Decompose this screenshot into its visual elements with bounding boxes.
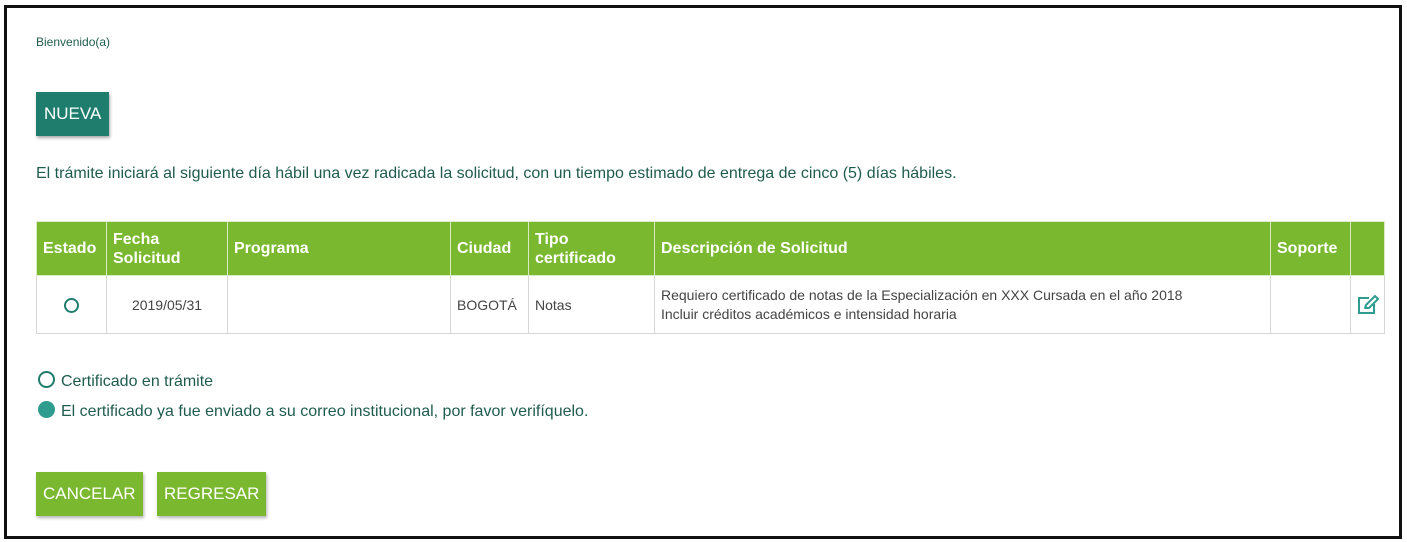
welcome-text: Bienvenido(a) [36,35,111,49]
column-header-tipo-line1: Tipo [535,230,569,248]
row-descripcion: Requiero certificado de notas de la Espe… [654,275,1271,334]
cancel-button[interactable]: CANCELAR [36,472,143,516]
column-header-fecha: Fecha Solicitud [106,221,228,276]
column-header-programa: Programa [227,221,451,276]
row-fecha: 2019/05/31 [106,275,228,334]
notice-text: El trámite iniciará al siguiente día háb… [36,165,957,182]
column-header-tipo: Tipo certificado [528,221,655,276]
column-header-fecha-line1: Fecha [113,230,160,248]
column-header-tipo-line2: certificado [535,249,616,267]
requests-table: Estado Fecha Solicitud Programa Ciudad T… [36,221,1385,334]
legend-in-progress-label: Certificado en trámite [61,373,214,390]
legend-in-progress: Certificado en trámite [38,371,214,391]
column-header-soporte: Soporte [1270,221,1351,276]
edit-icon[interactable] [1357,294,1379,315]
row-soporte [1270,275,1351,334]
back-button[interactable]: REGRESAR [157,472,267,516]
column-header-estado: Estado [36,221,107,276]
legend-sent: El certificado ya fue enviado a su corre… [38,401,589,421]
legend-sent-label: El certificado ya fue enviado a su corre… [61,403,589,420]
column-header-descripcion: Descripción de Solicitud [654,221,1271,276]
table-row: 2019/05/31 BOGOTÁ Notas Requiero certifi… [36,275,1385,334]
status-open-icon [38,371,55,389]
row-status [36,275,107,334]
column-header-edit [1350,221,1385,276]
row-programa [227,275,451,334]
row-ciudad: BOGOTÁ [450,275,529,334]
row-descripcion-line2: Incluir créditos académicos e intensidad… [661,305,957,322]
row-tipo: Notas [528,275,655,334]
row-edit-cell [1350,275,1385,334]
new-request-button[interactable]: NUEVA [36,92,110,136]
page-frame: Bienvenido(a) NUEVA El trámite iniciará … [4,5,1402,539]
row-descripcion-line1: Requiero certificado de notas de la Espe… [661,286,1183,303]
column-header-fecha-line2: Solicitud [113,249,181,267]
table-header-row: Estado Fecha Solicitud Programa Ciudad T… [36,221,1385,276]
column-header-ciudad: Ciudad [450,221,529,276]
status-ring-icon [64,297,79,313]
status-sent-icon [38,401,55,419]
